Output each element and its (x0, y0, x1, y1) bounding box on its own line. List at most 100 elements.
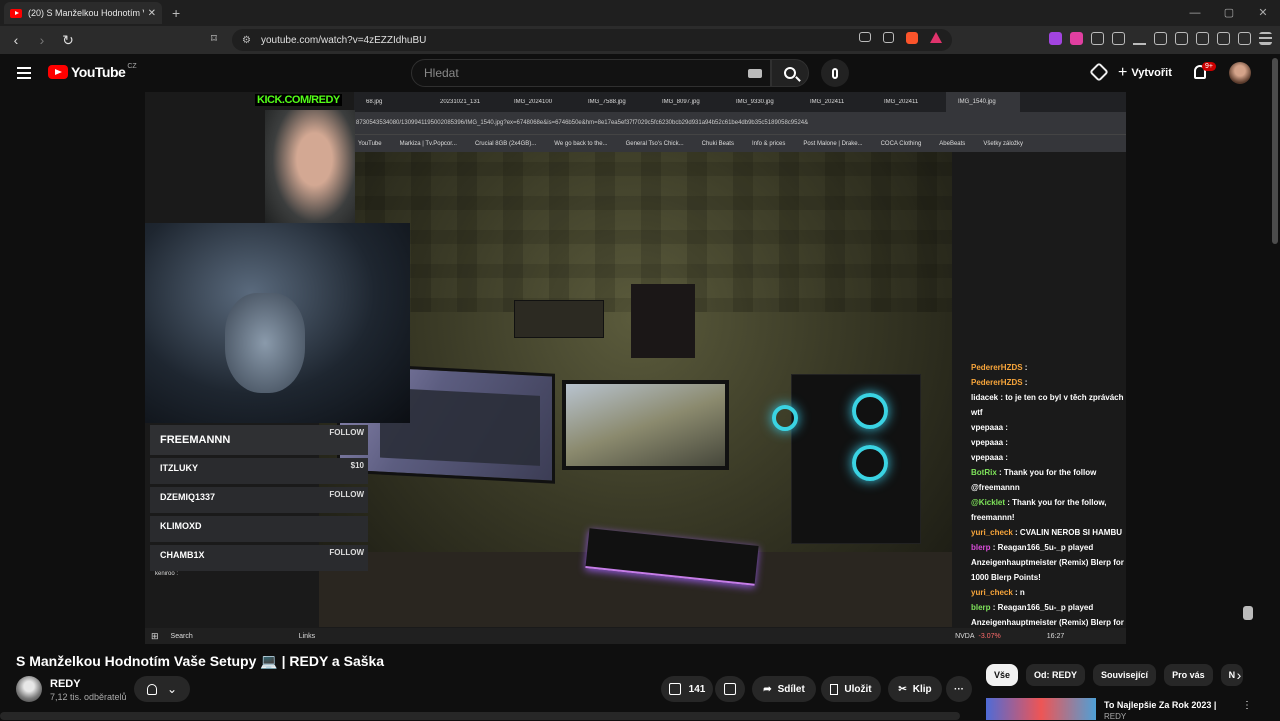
clip-button[interactable]: ✂ Klip (888, 676, 942, 702)
poster (631, 284, 695, 358)
taskbar-change: -3.07% (978, 632, 1001, 640)
stream-inner-tab: IMG_202411 (810, 99, 845, 105)
thumbs-up-icon (668, 683, 681, 695)
save-icon (830, 683, 839, 695)
youtube-header: YouTube CZ Hledat + Vytvořit 9+ (0, 54, 1280, 92)
video-player[interactable]: 68.jpg 20231021_131 IMG_2024100 IMG_7588.jp… (145, 92, 1126, 644)
extension-2-icon[interactable] (1070, 32, 1083, 45)
chat-text: : (1024, 363, 1028, 372)
reload-icon[interactable]: ↻ (58, 32, 78, 49)
leo-ai-icon[interactable] (1217, 32, 1230, 45)
sidebar-icon[interactable] (1175, 32, 1188, 45)
stream-inner-tab: IMG_9330.jpg (736, 99, 774, 105)
download-icon[interactable] (1133, 32, 1146, 45)
url-actions (859, 32, 942, 44)
wallet-icon[interactable] (1196, 32, 1209, 45)
browser-tabbar: (20) S Manželkou Hodnotím Vaš ✕ + — ▢ ✕ (0, 0, 1280, 26)
more-vert-icon[interactable]: ⋮ (1242, 700, 1252, 711)
filter-chip[interactable]: Od: REDY (1026, 664, 1086, 686)
follow-alert-name: KLIMOXD (160, 521, 202, 531)
minimize-icon[interactable]: — (1178, 0, 1212, 26)
follow-alert-row: DZEMIQ1337 FOLLOW (150, 487, 368, 513)
share-button[interactable]: ➦ Sdílet (752, 676, 816, 702)
filter-chip[interactable]: Související (1093, 664, 1157, 686)
stream-bookmark: Chuki Beats (701, 140, 734, 147)
extensions-puzzle-icon[interactable] (1091, 32, 1104, 45)
more-actions-button[interactable]: ··· (946, 676, 972, 702)
media-icon[interactable] (1154, 32, 1167, 45)
chevron-right-icon[interactable]: › (1229, 665, 1249, 685)
search-button[interactable] (771, 59, 809, 87)
stream-inner-tab: IMG_7588.jpg (588, 99, 626, 105)
menu-icon[interactable] (1259, 32, 1272, 45)
filter-chip[interactable]: Vše (986, 664, 1019, 686)
recommended-thumbnail[interactable] (986, 698, 1096, 720)
extension-1-icon[interactable] (1049, 32, 1062, 45)
follow-alert-row: FREEMANNN FOLLOW (150, 425, 368, 455)
save-button[interactable]: Uložit (821, 676, 881, 702)
brave-rewards-icon[interactable] (930, 32, 942, 43)
bookmark-icon[interactable]: ⌑ (204, 32, 224, 45)
extensions (1049, 32, 1272, 45)
plus-icon: + (1118, 64, 1128, 81)
vpn-icon[interactable] (1238, 32, 1251, 45)
poster (514, 300, 604, 338)
chat-message: vpepaaa : (971, 420, 1126, 435)
create-button[interactable]: + Vytvořit (1118, 62, 1172, 84)
dislike-button[interactable] (715, 676, 745, 702)
url-field[interactable]: ⚙ youtube.com/watch?v=4zEZZIdhuBU (232, 29, 952, 51)
search-placeholder: Hledat (424, 66, 459, 80)
share-icon[interactable] (883, 32, 894, 43)
stream-bookmark: General Tso's Chick... (625, 140, 684, 147)
youtube-play-icon (48, 65, 68, 79)
cast-icon[interactable] (1089, 62, 1109, 82)
chat-username: BotRix (971, 468, 999, 477)
brave-shield-icon[interactable] (906, 32, 918, 44)
channel-avatar[interactable] (16, 676, 42, 702)
cursor-icon (1243, 606, 1253, 620)
filter-chip[interactable]: Pro vás (1164, 664, 1213, 686)
chat-username: vpepaaa (971, 453, 1006, 462)
stream-bookmarks: YouTube Markiza | Tv.Popcor... Crucial 8GB… (354, 134, 1126, 152)
close-tab-icon[interactable]: ✕ (148, 8, 156, 19)
keyboard-icon[interactable] (748, 69, 762, 78)
share-label: Sdílet (777, 683, 805, 695)
webcam-main (145, 223, 410, 423)
browser-tab[interactable]: (20) S Manželkou Hodnotím Vaš ✕ (4, 2, 162, 24)
recommended-title[interactable]: To Najlepšie Za Rok 2023 | (1104, 700, 1216, 710)
stream-bookmark: COCA Clothing (880, 140, 922, 147)
account-avatar[interactable] (1229, 62, 1251, 84)
follow-alert-name: ITZLUKY (160, 463, 198, 473)
page-scrollbar[interactable] (1272, 58, 1278, 244)
back-icon[interactable]: ‹ (6, 32, 26, 48)
taskbar-links: Links (298, 632, 316, 640)
subscribed-button[interactable]: ⌄ (134, 676, 190, 702)
setup-photo (319, 152, 952, 627)
webcam-secondary (265, 110, 355, 233)
chat-message: lidacek : to je ten co byl v těch zprává… (971, 390, 1126, 420)
search-input[interactable]: Hledat (411, 59, 771, 87)
chat-text: : (1005, 423, 1008, 432)
like-button[interactable]: 141 (661, 676, 713, 702)
chat-username: @Kicklet (971, 498, 1008, 507)
voice-search-button[interactable] (821, 59, 849, 87)
new-tab-icon[interactable]: + (172, 5, 180, 21)
follow-alert-row: KLIMOXD (150, 516, 368, 542)
guide-menu-icon[interactable] (17, 67, 31, 79)
follow-alert-tag: FOLLOW (329, 548, 364, 557)
kick-logo: KICK.COM/REDY (255, 94, 342, 106)
channel-name[interactable]: REDY (50, 678, 81, 690)
site-settings-icon[interactable]: ⚙ (242, 35, 251, 46)
stream-bookmark: We go back to the... (554, 140, 608, 147)
maximize-icon[interactable]: ▢ (1212, 0, 1246, 26)
logo-text: YouTube (71, 64, 126, 80)
description-box[interactable] (0, 712, 960, 720)
forward-icon[interactable]: › (32, 32, 52, 48)
chat-text: : (1024, 378, 1028, 387)
screenshot-icon[interactable] (859, 32, 871, 42)
extension-3-icon[interactable] (1112, 32, 1125, 45)
youtube-favicon-icon (10, 8, 22, 18)
create-label: Vytvořit (1131, 67, 1172, 79)
youtube-logo[interactable]: YouTube CZ (48, 63, 137, 80)
close-window-icon[interactable]: ✕ (1246, 0, 1280, 26)
